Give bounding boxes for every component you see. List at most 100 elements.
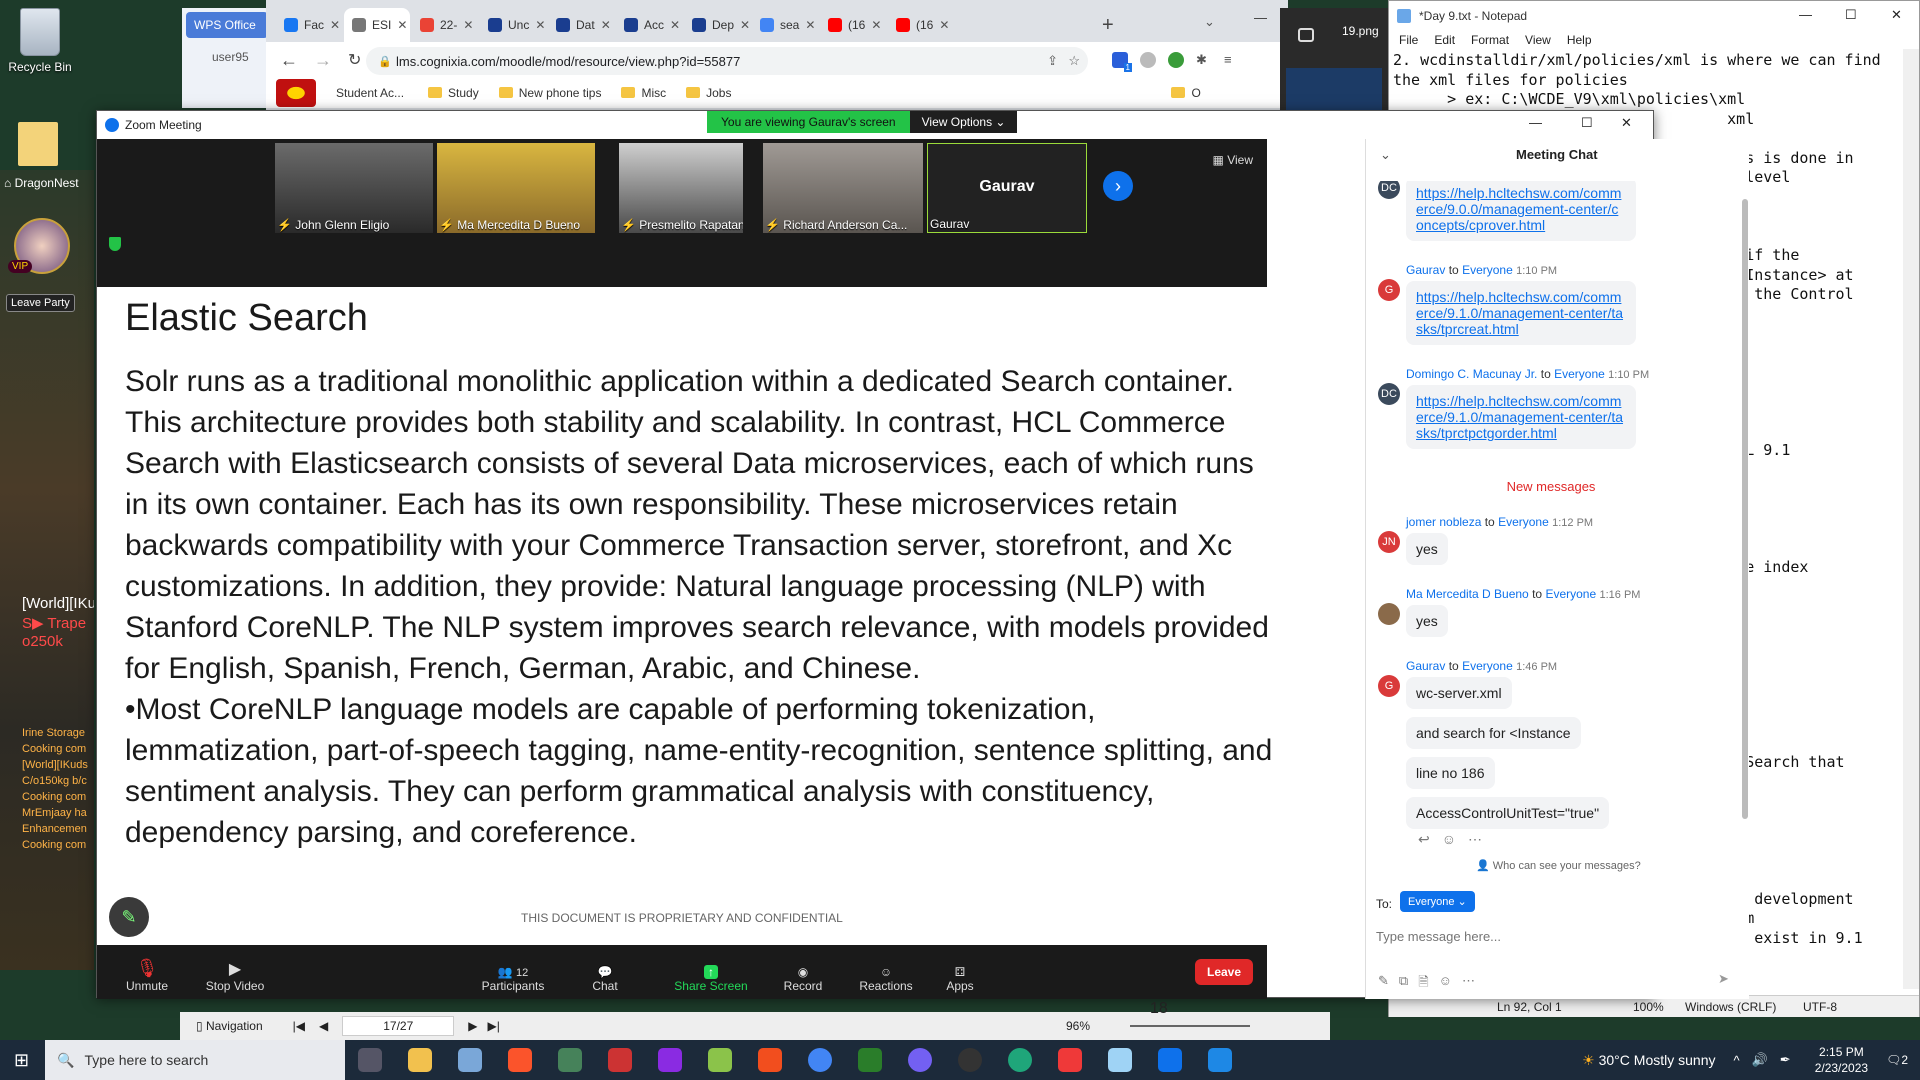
game-window[interactable]: ⌂ DragonNest VIP Leave Party [World][IKu… xyxy=(0,170,94,970)
scrollbar[interactable] xyxy=(1903,49,1919,989)
avatar[interactable]: G xyxy=(1378,279,1400,301)
viber-icon[interactable] xyxy=(908,1048,933,1072)
new-tab-button[interactable]: + xyxy=(1102,14,1114,37)
browser-tab[interactable]: (16 ✕ xyxy=(888,8,954,42)
back-icon[interactable]: ← xyxy=(280,50,298,71)
emoji-icon[interactable]: ☺ xyxy=(1439,973,1452,995)
sender-name[interactable]: Domingo C. Macunay Jr. xyxy=(1406,367,1537,381)
close-tab-icon[interactable]: ✕ xyxy=(805,18,815,32)
star-icon[interactable]: ☆ xyxy=(1068,53,1080,69)
browser-tab[interactable]: Fac ✕ xyxy=(276,8,342,42)
menu-file[interactable]: File xyxy=(1399,33,1418,47)
edge-icon[interactable] xyxy=(1008,1048,1033,1072)
chrome-icon[interactable] xyxy=(808,1048,833,1072)
recycle-bin[interactable]: Recycle Bin xyxy=(0,8,80,74)
minimize-button[interactable]: — xyxy=(1254,10,1267,25)
avatar[interactable]: DC xyxy=(1378,383,1400,405)
page-input[interactable]: 17/27 xyxy=(342,1016,455,1036)
prev-page-icon[interactable]: ◀ xyxy=(319,1019,328,1033)
task-view-icon[interactable] xyxy=(358,1048,383,1072)
chat-button[interactable]: 💬 Chat xyxy=(575,947,635,999)
close-tab-icon[interactable]: ✕ xyxy=(535,18,545,32)
bookmark-item[interactable]: Misc xyxy=(621,86,666,100)
zoom-icon[interactable] xyxy=(1158,1048,1183,1072)
apps-button[interactable]: ⚃ Apps xyxy=(935,947,985,999)
close-tab-icon[interactable]: ✕ xyxy=(601,18,611,32)
sender-name[interactable]: jomer nobleza xyxy=(1406,515,1481,529)
chat-scrollbar[interactable] xyxy=(1742,199,1748,819)
close-tab-icon[interactable]: ✕ xyxy=(330,18,340,32)
forward-icon[interactable]: → xyxy=(314,50,332,71)
zoom-level[interactable]: 96% xyxy=(1066,1019,1090,1033)
zoom-slider[interactable] xyxy=(1130,1025,1250,1027)
browser-tab[interactable]: Unc ✕ xyxy=(480,8,546,42)
reply-icon[interactable]: ↩ xyxy=(1418,831,1430,848)
next-page-icon[interactable]: ▶ xyxy=(468,1019,477,1033)
wps-office-tab[interactable]: WPS Office xyxy=(186,12,268,38)
chat-message-input[interactable] xyxy=(1376,925,1726,947)
browser-tab[interactable]: (16 ✕ xyxy=(820,8,886,42)
share-screen-button[interactable]: ↑ Share Screen xyxy=(669,947,753,999)
reactions-button[interactable]: ☺ Reactions xyxy=(851,947,921,999)
emoji-icon[interactable]: ☺ xyxy=(1442,831,1456,848)
sender-name[interactable]: Ma Mercedita D Bueno xyxy=(1406,587,1529,601)
close-tab-icon[interactable]: ✕ xyxy=(397,18,407,32)
browser-tab[interactable]: Dat ✕ xyxy=(548,8,614,42)
close-button[interactable]: ✕ xyxy=(1891,7,1902,23)
chat-collapse-icon[interactable]: ⌄ xyxy=(1380,147,1391,163)
app-icon[interactable] xyxy=(558,1048,583,1072)
more-icon[interactable]: ⋯ xyxy=(1468,831,1482,848)
browser-tab[interactable]: Dep ✕ xyxy=(684,8,750,42)
participant-tile[interactable]: ⚡ John Glenn Eligio xyxy=(275,143,433,233)
weather-widget[interactable]: ☀ 30°C Mostly sunny xyxy=(1582,1052,1715,1069)
minimize-button[interactable]: — xyxy=(1529,115,1542,130)
reload-icon[interactable]: ↻ xyxy=(348,50,361,70)
message-link[interactable]: https://help.hcltechsw.com/commerce/9.0.… xyxy=(1416,185,1621,233)
wps-office-window[interactable]: WPS Office user95 xyxy=(182,8,272,108)
playlist-icon[interactable]: ≡ xyxy=(1224,52,1240,68)
menu-format[interactable]: Format xyxy=(1471,33,1509,47)
desktop-folder-icon[interactable] xyxy=(18,122,58,166)
view-button[interactable]: ▦ View xyxy=(1213,153,1253,167)
format-icon[interactable]: ✎ xyxy=(1378,973,1389,995)
who-can-see[interactable]: 👤 Who can see your messages? xyxy=(1476,859,1641,872)
menu-edit[interactable]: Edit xyxy=(1434,33,1455,47)
avatar[interactable] xyxy=(1378,603,1400,625)
taskbar-search[interactable]: 🔍 Type here to search xyxy=(45,1040,346,1080)
browser-tab[interactable]: sea ✕ xyxy=(752,8,818,42)
participant-tile[interactable]: ⚡ Presmelito Rapatan V... xyxy=(619,143,743,233)
brave-icon[interactable] xyxy=(508,1048,533,1072)
share-icon[interactable]: ⇪ xyxy=(1047,53,1058,69)
message-link[interactable]: https://help.hcltechsw.com/commerce/9.1.… xyxy=(1416,289,1623,337)
sender-name[interactable]: Gaurav xyxy=(1406,263,1445,277)
view-options-button[interactable]: View Options ⌄ xyxy=(909,111,1018,133)
close-button[interactable]: ✕ xyxy=(1621,115,1632,131)
tray-chevron-icon[interactable]: ^ xyxy=(1733,1053,1739,1068)
vivaldi-icon[interactable] xyxy=(1058,1048,1083,1072)
maximize-button[interactable]: ☐ xyxy=(1845,7,1857,23)
send-icon[interactable]: ➤ xyxy=(1718,971,1729,987)
browser-tab[interactable]: ESI ✕ xyxy=(344,8,410,42)
windows-start-icon[interactable]: ⊞ xyxy=(14,1050,29,1071)
stop-video-button[interactable]: ▶ Stop Video xyxy=(197,947,273,999)
menu-view[interactable]: View xyxy=(1525,33,1551,47)
bookmark-item[interactable]: Student Ac... xyxy=(336,86,404,100)
bookmark-item[interactable]: O xyxy=(1171,86,1201,100)
participants-button[interactable]: 👥 12 Participants xyxy=(473,947,553,999)
menu-help[interactable]: Help xyxy=(1567,33,1592,47)
avatar[interactable]: DC xyxy=(1378,181,1400,199)
next-page-icon[interactable]: › xyxy=(1103,171,1133,201)
participant-tile[interactable]: ⚡ Ma Mercedita D Bueno xyxy=(437,143,595,233)
close-tab-icon[interactable]: ✕ xyxy=(463,18,473,32)
bookmark-item[interactable]: Study xyxy=(428,86,479,100)
participant-tile-active[interactable]: Gaurav Gaurav xyxy=(927,143,1087,233)
browser-tab[interactable]: 22- ✕ xyxy=(412,8,478,42)
intellij-icon[interactable] xyxy=(658,1048,683,1072)
browser-tab[interactable]: Acc ✕ xyxy=(616,8,682,42)
file-explorer-icon[interactable] xyxy=(408,1048,433,1072)
notepad-icon[interactable] xyxy=(1108,1048,1133,1072)
chevron-down-icon[interactable]: ⌄ xyxy=(1204,14,1215,30)
recipient-dropdown[interactable]: Everyone ⌄ xyxy=(1400,891,1475,912)
pen-icon[interactable]: ✒ xyxy=(1780,1052,1791,1068)
extension-icon[interactable] xyxy=(1140,52,1156,68)
